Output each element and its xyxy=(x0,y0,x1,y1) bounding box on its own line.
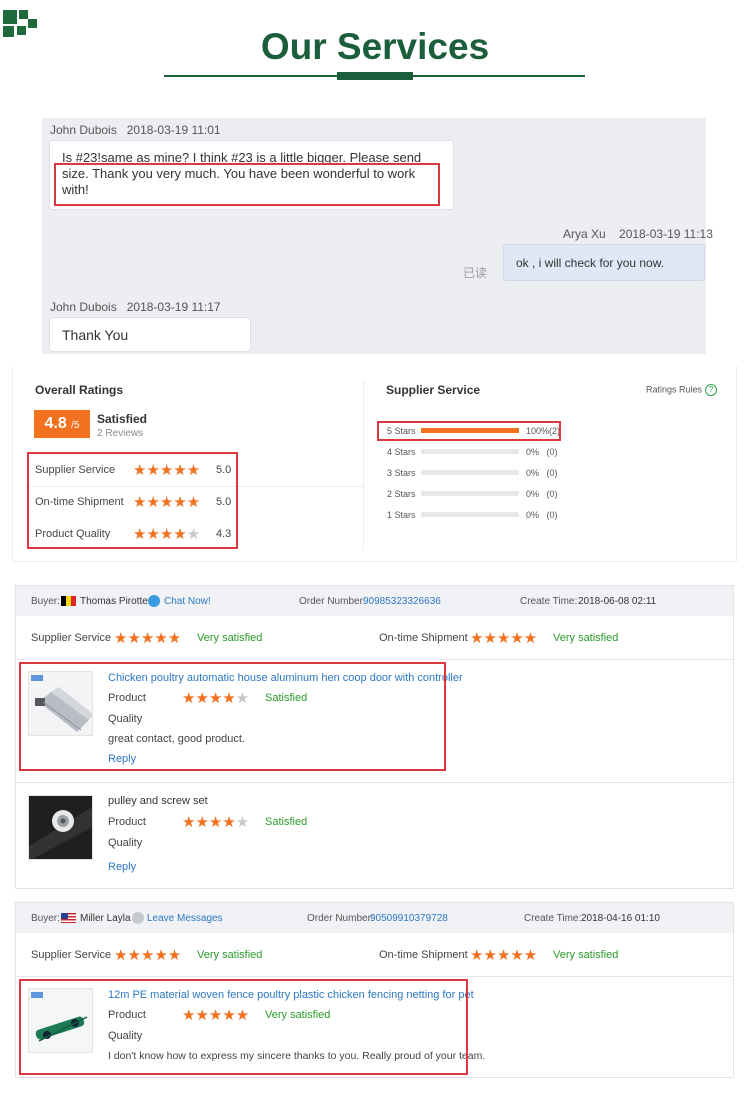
message-time: 2018-03-19 11:01 xyxy=(126,123,221,137)
divider xyxy=(16,976,733,977)
highlight-box xyxy=(19,662,446,771)
message-meta: Arya Xu 2018-03-19 11:13 xyxy=(563,227,713,241)
bar-track xyxy=(421,449,519,454)
message-bubble: Thank You xyxy=(49,317,251,352)
message-bubble: ok , i will check for you now. xyxy=(503,244,705,281)
order-label: Order Number: xyxy=(307,913,374,924)
star-rating: ★★★★★ xyxy=(470,630,538,647)
highlight-box xyxy=(19,979,468,1075)
created-time: 2018-06-08 02:11 xyxy=(578,596,657,607)
reply-link[interactable]: Reply xyxy=(108,861,136,873)
product-name: pulley and screw set xyxy=(108,795,208,807)
leave-messages-link[interactable]: Leave Messages xyxy=(147,913,223,924)
message-author: Arya Xu xyxy=(563,227,606,241)
created-label: Create Time: xyxy=(524,913,582,924)
help-icon: ? xyxy=(705,384,718,396)
ratings-rules-link[interactable]: Ratings Rules? xyxy=(646,384,718,396)
title-underline-accent xyxy=(337,72,413,80)
highlight-box xyxy=(27,452,238,549)
product-quality-label: Product xyxy=(108,816,146,828)
page-title: Our Services xyxy=(260,26,490,67)
divider xyxy=(16,782,733,783)
divider xyxy=(16,659,733,660)
star-rating: ★★★★★ xyxy=(182,814,250,831)
bar-track xyxy=(421,512,519,517)
message-author: John Dubois xyxy=(50,123,117,137)
bar-percent: 0% (0) xyxy=(526,489,558,499)
buyer-label: Buyer: xyxy=(31,596,60,607)
created-time: 2018-04-16 01:10 xyxy=(581,913,660,924)
created-label: Create Time: xyxy=(520,596,578,607)
percent-value: 0% xyxy=(526,468,540,478)
bar-label: 3 Stars xyxy=(387,468,416,478)
message-text: Thank You xyxy=(62,327,129,343)
message-meta: John Dubois 2018-03-19 11:01 xyxy=(50,123,221,137)
order-number-link[interactable]: 90985323326636 xyxy=(363,596,441,607)
rating-text: Very satisfied xyxy=(197,632,263,644)
supplier-service-label: Supplier Service xyxy=(31,632,112,644)
buyer-label: Buyer: xyxy=(31,913,60,924)
star-rating: ★★★★★ xyxy=(470,947,538,964)
shipment-label: On-time Shipment xyxy=(379,632,468,644)
highlight-box xyxy=(54,163,440,206)
star-rating: ★★★★★ xyxy=(114,630,182,647)
count-value: (0) xyxy=(546,489,558,499)
rating-text: Very satisfied xyxy=(197,949,263,961)
message-author: John Dubois xyxy=(50,300,117,314)
bar-track xyxy=(421,491,519,496)
shipment-label: On-time Shipment xyxy=(379,949,468,961)
message-text: ok , i will check for you now. xyxy=(516,256,665,270)
star-rating: ★★★★★ xyxy=(114,947,182,964)
read-status: 已读 xyxy=(463,266,488,280)
percent-value: 0% xyxy=(526,447,540,457)
belgium-flag-icon xyxy=(61,596,76,606)
product-image[interactable] xyxy=(28,795,93,860)
bar-label: 4 Stars xyxy=(387,447,416,457)
review-header: Buyer: Miller Layla Leave Messages Order… xyxy=(16,903,733,933)
bar-percent: 0% (0) xyxy=(526,447,558,457)
chat-now-link[interactable]: Chat Now! xyxy=(164,596,211,607)
review-count: 2 Reviews xyxy=(97,428,144,439)
score-value: 4.8 xyxy=(44,415,67,432)
pulley-image xyxy=(29,796,92,859)
supplier-service-heading: Supplier Service xyxy=(386,383,481,397)
supplier-service-label: Supplier Service xyxy=(31,949,112,961)
rating-text: Very satisfied xyxy=(553,949,619,961)
score-max: /5 xyxy=(71,420,80,431)
bar-label: 2 Stars xyxy=(387,489,416,499)
count-value: (0) xyxy=(546,447,558,457)
message-time: 2018-03-19 11:17 xyxy=(126,300,221,314)
message-time: 2018-03-19 11:13 xyxy=(619,227,713,241)
review-header: Buyer: Thomas Pirotte Chat Now! Order Nu… xyxy=(16,586,733,616)
bar-track xyxy=(421,470,519,475)
message-meta: John Dubois 2018-03-19 11:17 xyxy=(50,300,221,314)
highlight-box xyxy=(377,421,561,441)
bar-percent: 0% (0) xyxy=(526,468,558,478)
message-icon xyxy=(132,912,144,924)
overall-label: Satisfied xyxy=(97,412,148,426)
divider xyxy=(363,380,364,550)
usa-flag-icon xyxy=(61,913,76,923)
chat-icon xyxy=(148,595,160,607)
order-number-link[interactable]: 90509910379728 xyxy=(370,913,448,924)
bar-percent: 0% (0) xyxy=(526,510,558,520)
percent-value: 0% xyxy=(526,489,540,499)
percent-value: 0% xyxy=(526,510,540,520)
order-label: Order Number: xyxy=(299,596,366,607)
count-value: (0) xyxy=(546,510,558,520)
product-quality-label: Quality xyxy=(108,837,143,849)
buyer-name: Miller Layla xyxy=(80,913,131,924)
overall-score: 4.8 /5 xyxy=(34,410,90,438)
rating-text: Very satisfied xyxy=(553,632,619,644)
ratings-rules-label: Ratings Rules xyxy=(646,384,703,395)
bar-label: 1 Stars xyxy=(387,510,416,520)
overall-ratings-heading: Overall Ratings xyxy=(35,383,124,397)
rating-text: Satisfied xyxy=(265,816,308,828)
count-value: (0) xyxy=(546,468,558,478)
buyer-name: Thomas Pirotte xyxy=(80,596,148,607)
